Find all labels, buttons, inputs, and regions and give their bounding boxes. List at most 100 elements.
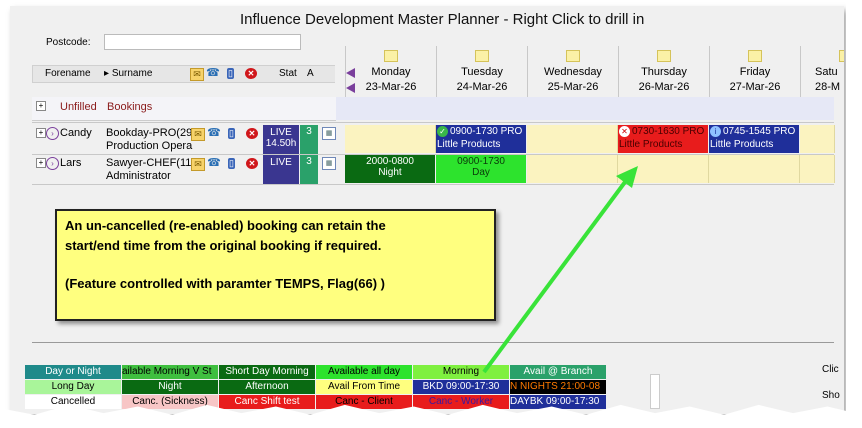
note-icon[interactable] xyxy=(384,50,398,62)
calendar-icon[interactable]: ▦ xyxy=(322,157,336,170)
day-cell[interactable] xyxy=(800,155,835,183)
job-title: Production Opera xyxy=(106,140,193,152)
booking-friday[interactable]: i 0745-1545 PRO Little Products xyxy=(709,125,799,153)
table-row[interactable]: + › Lars Sawyer-CHEF(11 Administrator ✉ … xyxy=(32,155,835,184)
note-icon[interactable] xyxy=(475,50,489,62)
splitter[interactable] xyxy=(32,342,834,343)
legend-item: Short Day Morning xyxy=(219,365,315,379)
scrollbar[interactable] xyxy=(650,374,660,409)
email-icon[interactable]: ✉ xyxy=(191,128,205,141)
chevron-right-icon[interactable]: › xyxy=(46,127,59,140)
booking-time: 0730-1630 PRO xyxy=(632,126,705,137)
job-title: Administrator xyxy=(106,170,171,182)
row-divider xyxy=(32,184,834,185)
booking-tuesday[interactable]: 0900-1730 Day xyxy=(436,155,526,183)
booking-thursday[interactable]: ✕ 0730-1630 PRO Little Products xyxy=(618,125,708,153)
surname: Sawyer-CHEF(11 xyxy=(106,157,192,169)
cancel-icon: ✕ xyxy=(619,126,630,137)
day-column-thursday[interactable]: Thursday 26-Mar-26 xyxy=(618,46,709,98)
day-cell[interactable] xyxy=(527,125,618,153)
expand-icon[interactable]: + xyxy=(36,101,46,111)
forename: Lars xyxy=(60,157,82,169)
window-title: Influence Development Master Planner - R… xyxy=(240,11,645,28)
note-icon[interactable] xyxy=(839,50,844,62)
table-row[interactable]: + › Candy Bookday-PRO(29 Production Oper… xyxy=(32,125,835,154)
day-date: 28-M xyxy=(815,81,841,93)
day-column-friday[interactable]: Friday 27-Mar-26 xyxy=(709,46,800,98)
side-label: Clic xyxy=(822,364,839,375)
day-column-wednesday[interactable]: Wednesday 25-Mar-26 xyxy=(527,46,618,98)
expand-icon[interactable]: + xyxy=(36,128,46,138)
cancel-icon[interactable]: ✕ xyxy=(246,158,258,169)
day-date: 24-Mar-26 xyxy=(456,81,508,93)
booking-time: 0745-1545 PRO xyxy=(723,126,796,137)
unfilled-row[interactable]: + Unfilled Bookings xyxy=(32,97,834,121)
legend-item: N NIGHTS 21:00-08 xyxy=(510,380,606,394)
legend-item: Canc - Client xyxy=(316,395,412,409)
stat-header[interactable]: Stat xyxy=(279,68,297,79)
phone-icon: ☎ xyxy=(206,67,220,79)
booking-monday[interactable]: 2000-0800 Night xyxy=(345,155,435,183)
mobile-icon[interactable]: ▯ xyxy=(228,158,235,169)
hours-text: 14.50h xyxy=(265,138,297,149)
day-cell[interactable] xyxy=(800,125,835,153)
mobile-icon[interactable]: ▯ xyxy=(228,128,235,139)
count-badge: 3 xyxy=(300,155,318,184)
day-date: 23-Mar-26 xyxy=(365,81,417,93)
day-name: Friday xyxy=(739,66,771,78)
legend-item: Canc Shift test xyxy=(219,395,315,409)
count-badge: 3 xyxy=(300,125,318,154)
phone-icon[interactable]: ☎ xyxy=(207,158,221,169)
callout-line: start/end time from the original booking… xyxy=(65,238,382,253)
email-icon: ✉ xyxy=(190,68,204,81)
day-cell[interactable] xyxy=(345,125,436,153)
postcode-input[interactable] xyxy=(104,34,301,50)
legend-item: Canc - Worker xyxy=(413,395,509,409)
legend-item: Night xyxy=(122,380,218,394)
note-icon[interactable] xyxy=(657,50,671,62)
a-header[interactable]: A xyxy=(307,68,314,79)
day-date: 27-Mar-26 xyxy=(729,81,781,93)
expand-icon[interactable]: + xyxy=(36,158,46,168)
status-text: LIVE xyxy=(270,157,292,168)
cancel-icon[interactable]: ✕ xyxy=(246,128,258,139)
arrow-left-icon[interactable] xyxy=(346,83,355,93)
booking-time: 0900-1730 PRO xyxy=(450,126,523,137)
booking-time: 0900-1730 xyxy=(457,156,505,167)
day-column-monday[interactable]: Monday 23-Mar-26 xyxy=(345,46,436,98)
day-cell[interactable] xyxy=(618,155,709,183)
booking-tuesday[interactable]: ✓ 0900-1730 PRO Little Products xyxy=(436,125,526,153)
legend: Day or Night ailable Morning V St Short … xyxy=(25,365,625,410)
calendar-icon[interactable]: ▦ xyxy=(322,127,336,140)
legend-item: Available all day xyxy=(316,365,412,379)
legend-item: Avail From Time xyxy=(316,380,412,394)
legend-item: Avail @ Branch xyxy=(510,365,606,379)
legend-item: ailable Morning V St xyxy=(122,365,218,379)
booking-client: Little Products xyxy=(710,139,774,150)
legend-item: Morning xyxy=(413,365,509,379)
bookings-label: Bookings xyxy=(107,101,153,113)
day-column-saturday[interactable]: Satu 28-M xyxy=(800,46,844,98)
day-column-tuesday[interactable]: Tuesday 24-Mar-26 xyxy=(436,46,527,98)
surname-header[interactable]: ▸ Surname xyxy=(104,68,152,79)
right-margin xyxy=(846,0,862,428)
day-cell[interactable] xyxy=(709,155,800,183)
mobile-icon: ▯ xyxy=(227,68,234,79)
chevron-right-icon[interactable]: › xyxy=(46,157,59,170)
info-icon: i xyxy=(710,126,721,137)
side-label: Sho xyxy=(822,390,840,401)
booking-client: Little Products xyxy=(619,139,683,150)
arrow-left-icon[interactable] xyxy=(346,68,355,78)
note-icon[interactable] xyxy=(748,50,762,62)
row-divider xyxy=(32,122,834,123)
unfilled-label: Unfilled xyxy=(60,101,97,113)
booking-time: 2000-0800 xyxy=(366,156,414,167)
day-name: Satu xyxy=(815,66,838,78)
phone-icon[interactable]: ☎ xyxy=(207,128,221,139)
forename-header[interactable]: Forename xyxy=(45,68,91,79)
email-icon[interactable]: ✉ xyxy=(191,158,205,171)
day-cell[interactable] xyxy=(527,155,618,183)
postcode-label: Postcode: xyxy=(46,37,91,48)
note-icon[interactable] xyxy=(566,50,580,62)
unfilled-left: + Unfilled Bookings xyxy=(32,97,336,121)
